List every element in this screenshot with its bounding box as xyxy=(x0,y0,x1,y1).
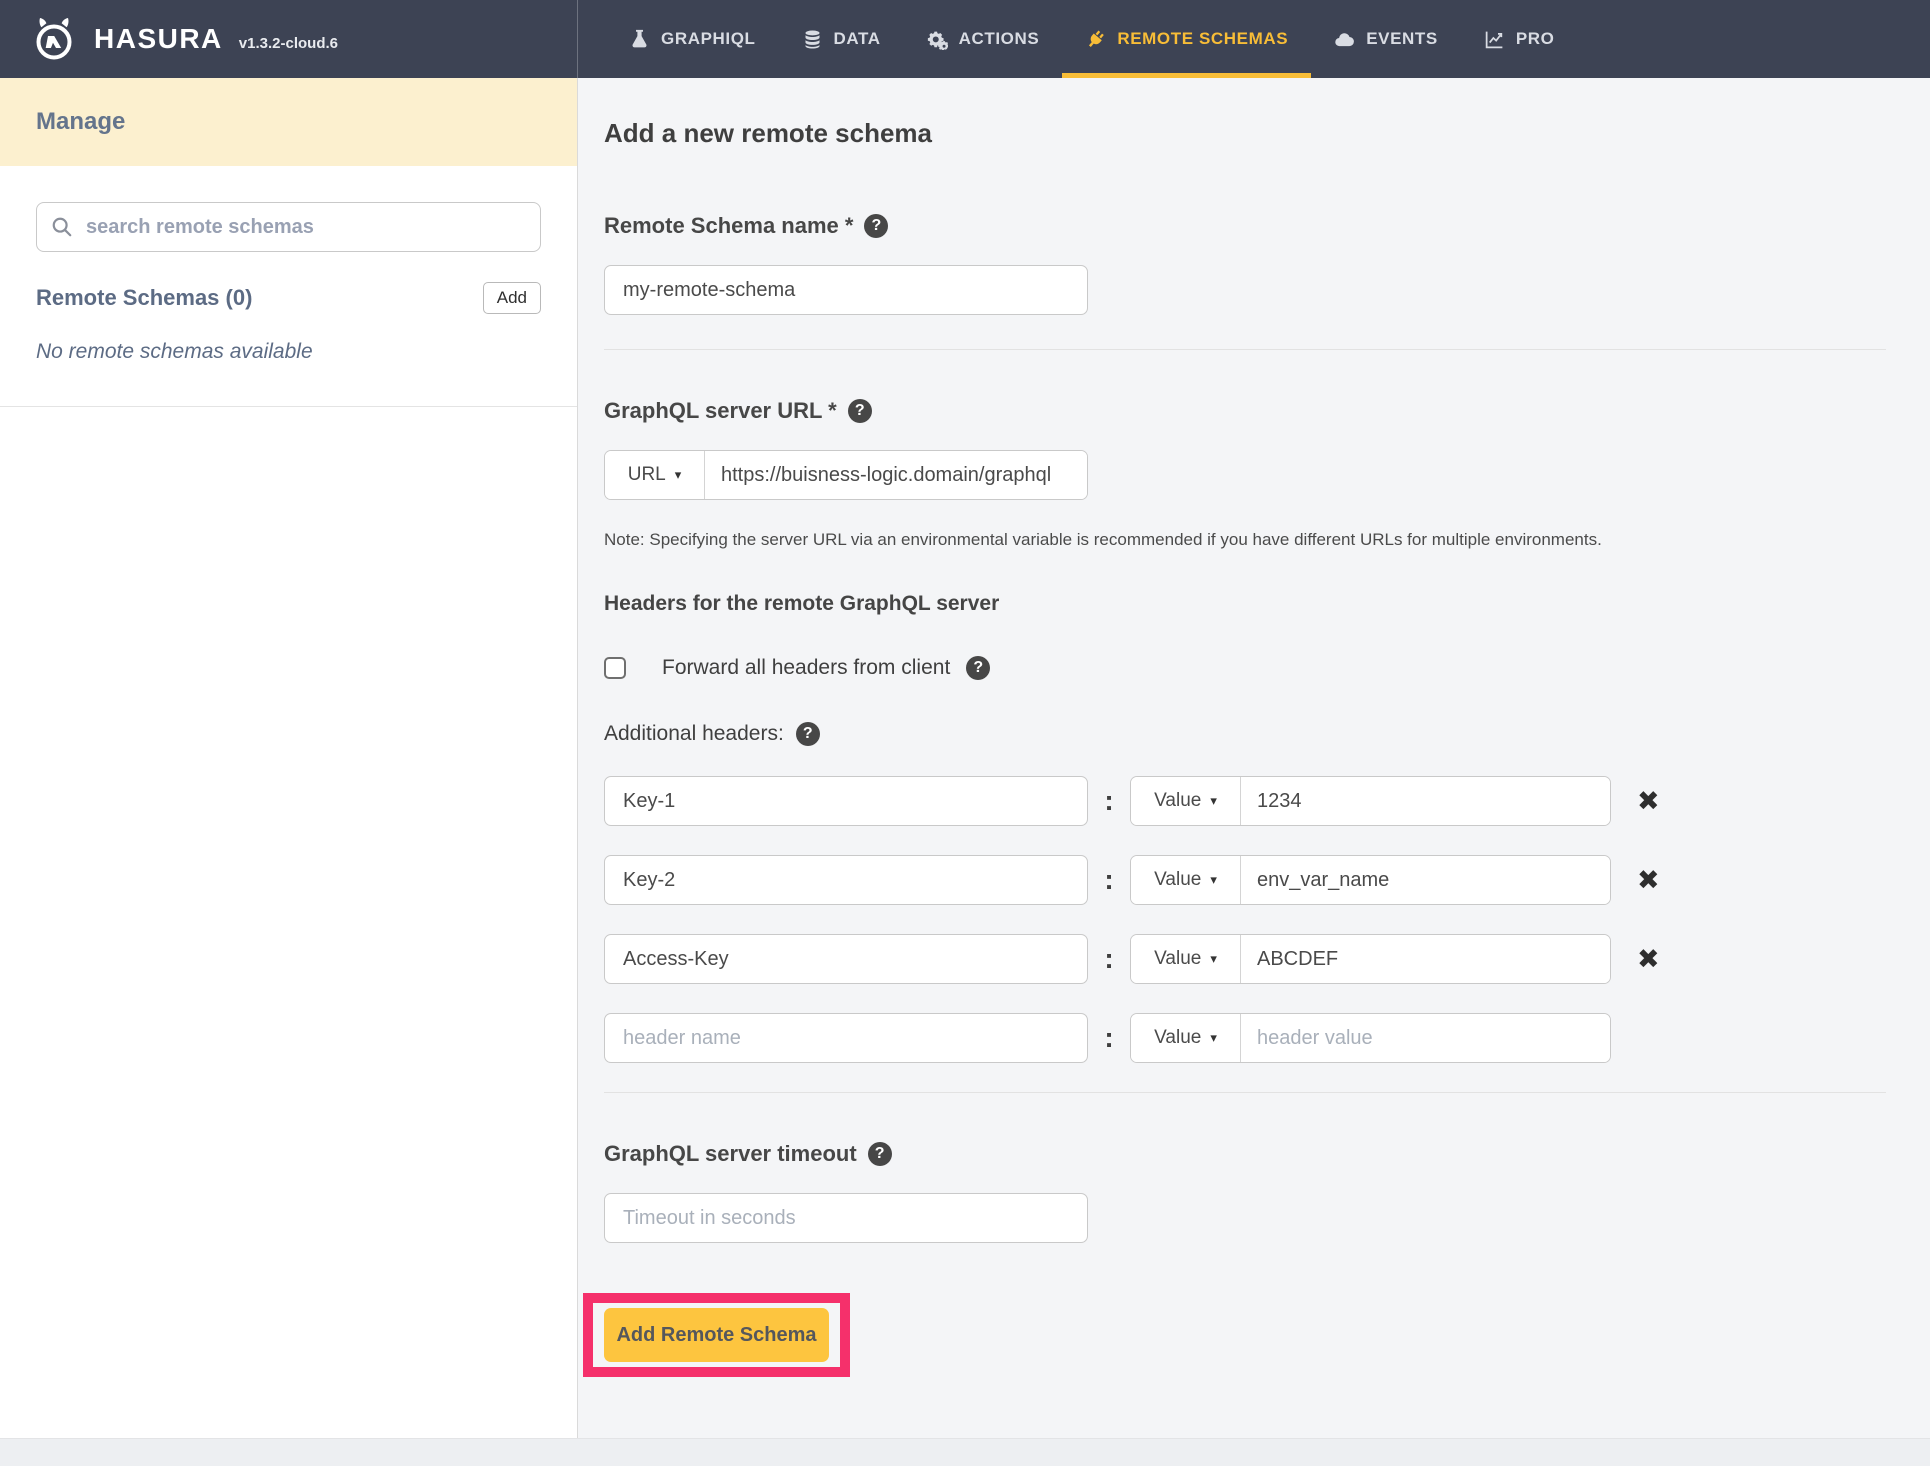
value-type-dropdown[interactable]: Value ▾ xyxy=(1131,1014,1241,1062)
nav-item-label: ACTIONS xyxy=(959,29,1040,49)
nav-item-remote-schemas[interactable]: REMOTE SCHEMAS xyxy=(1062,0,1311,78)
remove-header-icon[interactable]: ✖ xyxy=(1637,788,1660,815)
page-bottom-strip xyxy=(0,1438,1930,1466)
nav-item-label: REMOTE SCHEMAS xyxy=(1117,29,1288,49)
additional-headers-list: : Value ▾ ✖ : Value ▾ ✖ : Value ▾ xyxy=(604,776,1886,1063)
chevron-down-icon: ▾ xyxy=(1210,793,1217,809)
value-type-dropdown[interactable]: Value ▾ xyxy=(1131,777,1241,825)
nav-item-label: DATA xyxy=(834,29,881,49)
sidebar-section-manage[interactable]: Manage xyxy=(0,78,577,166)
nav-item-label: GRAPHIQL xyxy=(661,29,756,49)
nav-item-label: PRO xyxy=(1516,29,1555,49)
server-timeout-label: GraphQL server timeout ? xyxy=(604,1141,1886,1167)
plug-icon xyxy=(1085,29,1106,50)
header-value-input[interactable] xyxy=(1241,1014,1610,1062)
header-value-input[interactable] xyxy=(1241,935,1610,983)
chevron-down-icon: ▾ xyxy=(675,467,682,483)
add-schema-sidebar-button[interactable]: Add xyxy=(483,282,541,314)
url-type-dropdown[interactable]: URL ▾ xyxy=(605,451,705,499)
nav-item-actions[interactable]: ACTIONS xyxy=(904,0,1063,78)
divider xyxy=(604,1092,1886,1093)
url-note: Note: Specifying the server URL via an e… xyxy=(604,530,1886,550)
chart-icon xyxy=(1484,29,1505,50)
remove-header-icon[interactable]: ✖ xyxy=(1637,867,1660,894)
cloud-icon xyxy=(1334,29,1355,50)
header-value-group: Value ▾ xyxy=(1130,934,1611,984)
chevron-down-icon: ▾ xyxy=(1210,1030,1217,1046)
header-value-group: Value ▾ xyxy=(1130,776,1611,826)
hasura-logo-icon xyxy=(30,15,78,63)
value-type-dropdown[interactable]: Value ▾ xyxy=(1131,856,1241,904)
header-key-input[interactable] xyxy=(604,1013,1088,1063)
empty-schemas-message: No remote schemas available xyxy=(36,340,541,364)
app-header: HASURA v1.3.2-cloud.6 GRAPHIQL DATA ACTION… xyxy=(0,0,1930,78)
help-icon[interactable]: ? xyxy=(966,656,990,680)
header-key-input[interactable] xyxy=(604,855,1088,905)
brand: HASURA v1.3.2-cloud.6 xyxy=(0,0,578,78)
help-icon[interactable]: ? xyxy=(848,399,872,423)
main-content: Add a new remote schema Remote Schema na… xyxy=(578,78,1930,1438)
headers-section-title: Headers for the remote GraphQL server xyxy=(604,592,1886,616)
header-value-input[interactable] xyxy=(1241,856,1610,904)
nav-item-label: EVENTS xyxy=(1366,29,1438,49)
nav-item-pro[interactable]: PRO xyxy=(1461,0,1578,78)
nav-item-events[interactable]: EVENTS xyxy=(1311,0,1461,78)
add-remote-schema-button[interactable]: Add Remote Schema xyxy=(604,1308,829,1362)
search-box xyxy=(36,202,541,252)
key-value-separator: : xyxy=(1088,943,1130,975)
key-value-separator: : xyxy=(1088,785,1130,817)
remote-schemas-count-title: Remote Schemas (0) xyxy=(36,285,252,311)
server-url-group: URL ▾ xyxy=(604,450,1088,500)
help-icon[interactable]: ? xyxy=(864,214,888,238)
header-row: : Value ▾ ✖ xyxy=(604,855,1886,905)
brand-name: HASURA xyxy=(94,23,223,55)
flask-icon xyxy=(629,29,650,50)
header-value-input[interactable] xyxy=(1241,777,1610,825)
header-key-input[interactable] xyxy=(604,776,1088,826)
key-value-separator: : xyxy=(1088,864,1130,896)
header-row: : Value ▾ ✖ xyxy=(604,1013,1886,1063)
remote-schemas-panel: Remote Schemas (0) Add No remote schemas… xyxy=(0,166,577,407)
search-input[interactable] xyxy=(84,215,526,240)
server-timeout-input[interactable] xyxy=(604,1193,1088,1243)
search-icon xyxy=(51,216,73,238)
page-title: Add a new remote schema xyxy=(604,118,1886,149)
manage-label: Manage xyxy=(36,108,125,136)
help-icon[interactable]: ? xyxy=(796,722,820,746)
remote-schema-name-label: Remote Schema name * ? xyxy=(604,213,1886,239)
chevron-down-icon: ▾ xyxy=(1210,872,1217,888)
sidebar: Manage Remote Schemas (0) Add No remote … xyxy=(0,78,578,1438)
divider xyxy=(604,349,1886,350)
header-row: : Value ▾ ✖ xyxy=(604,776,1886,826)
help-icon[interactable]: ? xyxy=(868,1142,892,1166)
forward-headers-label: Forward all headers from client xyxy=(662,656,950,680)
brand-version: v1.3.2-cloud.6 xyxy=(239,35,338,52)
graphql-server-url-label: GraphQL server URL * ? xyxy=(604,398,1886,424)
nav-item-data[interactable]: DATA xyxy=(779,0,904,78)
chevron-down-icon: ▾ xyxy=(1210,951,1217,967)
highlight-annotation-box: Add Remote Schema xyxy=(583,1293,850,1377)
additional-headers-label: Additional headers: xyxy=(604,722,784,746)
header-key-input[interactable] xyxy=(604,934,1088,984)
gears-icon xyxy=(927,29,948,50)
top-nav: GRAPHIQL DATA ACTIONS REMOTE SCHEMAS EVENTS P… xyxy=(578,0,1577,78)
header-row: : Value ▾ ✖ xyxy=(604,934,1886,984)
remote-schema-name-input[interactable] xyxy=(604,265,1088,315)
forward-headers-checkbox[interactable] xyxy=(604,657,626,679)
server-url-input[interactable] xyxy=(705,451,1087,499)
database-icon xyxy=(802,29,823,50)
header-value-group: Value ▾ xyxy=(1130,855,1611,905)
key-value-separator: : xyxy=(1088,1022,1130,1054)
remove-header-icon[interactable]: ✖ xyxy=(1637,946,1660,973)
nav-item-graphiql[interactable]: GRAPHIQL xyxy=(606,0,779,78)
value-type-dropdown[interactable]: Value ▾ xyxy=(1131,935,1241,983)
header-value-group: Value ▾ xyxy=(1130,1013,1611,1063)
